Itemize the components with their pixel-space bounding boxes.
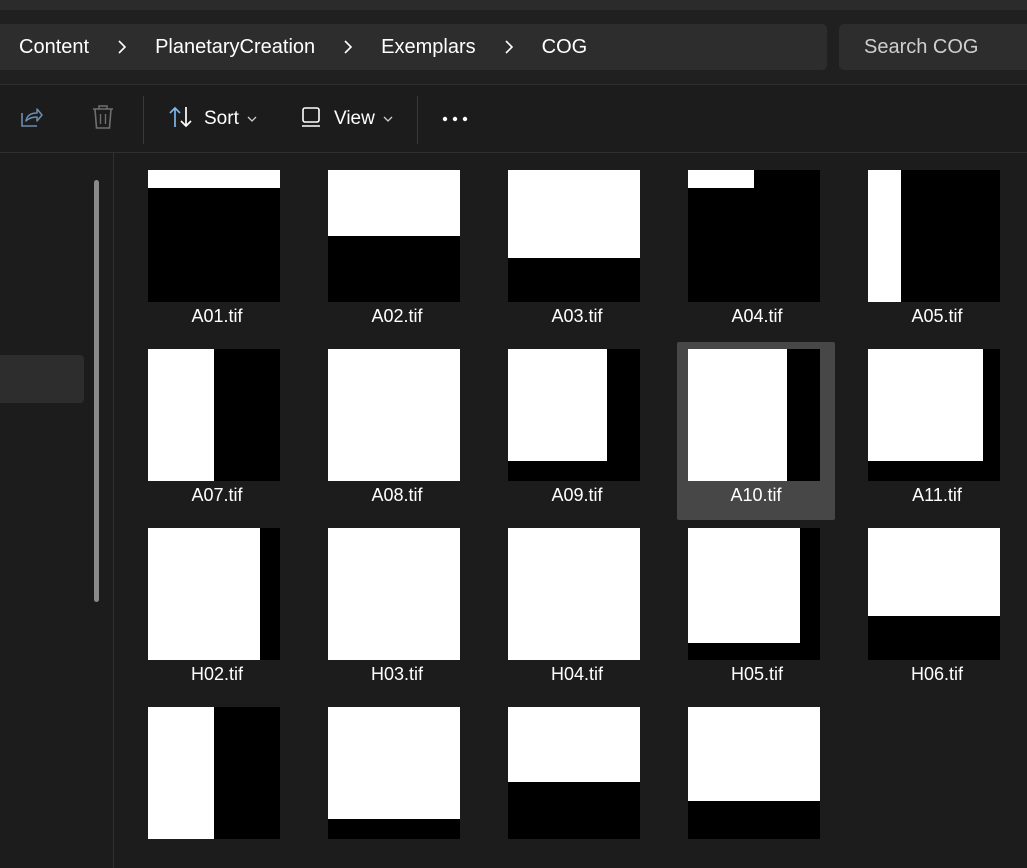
- chevron-right-icon[interactable]: [343, 40, 353, 54]
- command-bar: Sort View: [0, 86, 1027, 153]
- file-thumbnail: [148, 349, 280, 481]
- trash-icon: [91, 104, 115, 135]
- file-name: H03.tif: [370, 664, 424, 684]
- toolbar-divider: [417, 96, 418, 144]
- file-thumbnail: [688, 349, 820, 481]
- file-item[interactable]: H06.tif: [858, 524, 1016, 702]
- file-thumbnail: [688, 707, 820, 839]
- nav-item-selected[interactable]: [0, 355, 84, 403]
- breadcrumb[interactable]: Content PlanetaryCreation Exemplars COG: [0, 24, 827, 70]
- more-options-button[interactable]: [442, 86, 468, 152]
- file-name: A08.tif: [371, 485, 423, 505]
- file-item[interactable]: [678, 703, 836, 868]
- breadcrumb-item-cog[interactable]: COG: [542, 36, 588, 59]
- file-name: A02.tif: [371, 306, 423, 326]
- sort-button[interactable]: Sort: [168, 86, 257, 152]
- view-label: View: [334, 108, 375, 129]
- file-item[interactable]: A11.tif: [858, 345, 1016, 523]
- file-thumbnail: [688, 528, 820, 660]
- more-icon: [442, 110, 468, 128]
- sort-label: Sort: [204, 108, 239, 129]
- file-item[interactable]: H03.tif: [318, 524, 476, 702]
- file-item[interactable]: A08.tif: [318, 345, 476, 523]
- file-thumbnail: [148, 170, 280, 302]
- file-item[interactable]: [498, 703, 656, 868]
- file-name: A11.tif: [912, 485, 962, 505]
- file-thumbnail: [328, 170, 460, 302]
- file-thumbnail: [148, 707, 280, 839]
- file-name: A07.tif: [191, 485, 243, 505]
- file-name: A04.tif: [731, 306, 783, 326]
- address-bar: Content PlanetaryCreation Exemplars COG: [0, 10, 1027, 85]
- file-name: A10.tif: [730, 485, 782, 505]
- file-thumbnail: [868, 170, 1000, 302]
- file-item[interactable]: H04.tif: [498, 524, 656, 702]
- search-input[interactable]: [862, 34, 1026, 60]
- file-thumbnail: [148, 528, 280, 660]
- file-thumbnail: [688, 170, 820, 302]
- file-item-selected[interactable]: A10.tif: [677, 342, 835, 520]
- title-strip: [0, 0, 1027, 10]
- file-thumbnail: [508, 707, 640, 839]
- file-name: H06.tif: [910, 664, 964, 684]
- file-item[interactable]: A02.tif: [318, 166, 476, 344]
- file-item[interactable]: A05.tif: [858, 166, 1016, 344]
- search-box[interactable]: [839, 24, 1027, 70]
- file-name: H05.tif: [730, 664, 784, 684]
- delete-button[interactable]: [91, 86, 115, 152]
- file-name: A09.tif: [551, 485, 603, 505]
- file-name: H02.tif: [190, 664, 244, 684]
- nav-scrollbar[interactable]: [94, 180, 99, 602]
- file-name: A01.tif: [191, 306, 243, 326]
- view-button[interactable]: View: [300, 86, 393, 152]
- file-item[interactable]: A07.tif: [138, 345, 296, 523]
- file-thumbnail: [508, 170, 640, 302]
- toolbar-divider: [143, 96, 144, 144]
- file-thumbnail: [868, 528, 1000, 660]
- chevron-down-icon: [383, 115, 393, 123]
- breadcrumb-item-content[interactable]: Content: [19, 36, 89, 59]
- share-button[interactable]: [18, 86, 44, 152]
- view-icon: [300, 106, 324, 133]
- share-icon: [18, 104, 44, 135]
- file-name: H04.tif: [550, 664, 604, 684]
- file-item[interactable]: A09.tif: [498, 345, 656, 523]
- file-item[interactable]: [318, 703, 476, 868]
- file-item[interactable]: A01.tif: [138, 166, 296, 344]
- file-name: A05.tif: [911, 306, 963, 326]
- file-item[interactable]: A03.tif: [498, 166, 656, 344]
- file-item[interactable]: H05.tif: [678, 524, 836, 702]
- sort-icon: [168, 105, 194, 134]
- chevron-right-icon[interactable]: [504, 40, 514, 54]
- file-item[interactable]: H02.tif: [138, 524, 296, 702]
- file-thumbnail: [328, 528, 460, 660]
- file-thumbnail: [508, 528, 640, 660]
- file-thumbnail: [328, 707, 460, 839]
- chevron-down-icon: [247, 115, 257, 123]
- file-grid: A01.tif A02.tif A03.tif A04.tif A05.tif …: [114, 153, 1027, 868]
- breadcrumb-item-exemplars[interactable]: Exemplars: [381, 36, 475, 59]
- chevron-right-icon[interactable]: [117, 40, 127, 54]
- navigation-pane: [0, 153, 114, 868]
- breadcrumb-item-planetarycreation[interactable]: PlanetaryCreation: [155, 36, 315, 59]
- file-item[interactable]: A04.tif: [678, 166, 836, 344]
- file-item[interactable]: [138, 703, 296, 868]
- file-thumbnail: [508, 349, 640, 481]
- file-name: A03.tif: [551, 306, 603, 326]
- file-thumbnail: [328, 349, 460, 481]
- file-thumbnail: [868, 349, 1000, 481]
